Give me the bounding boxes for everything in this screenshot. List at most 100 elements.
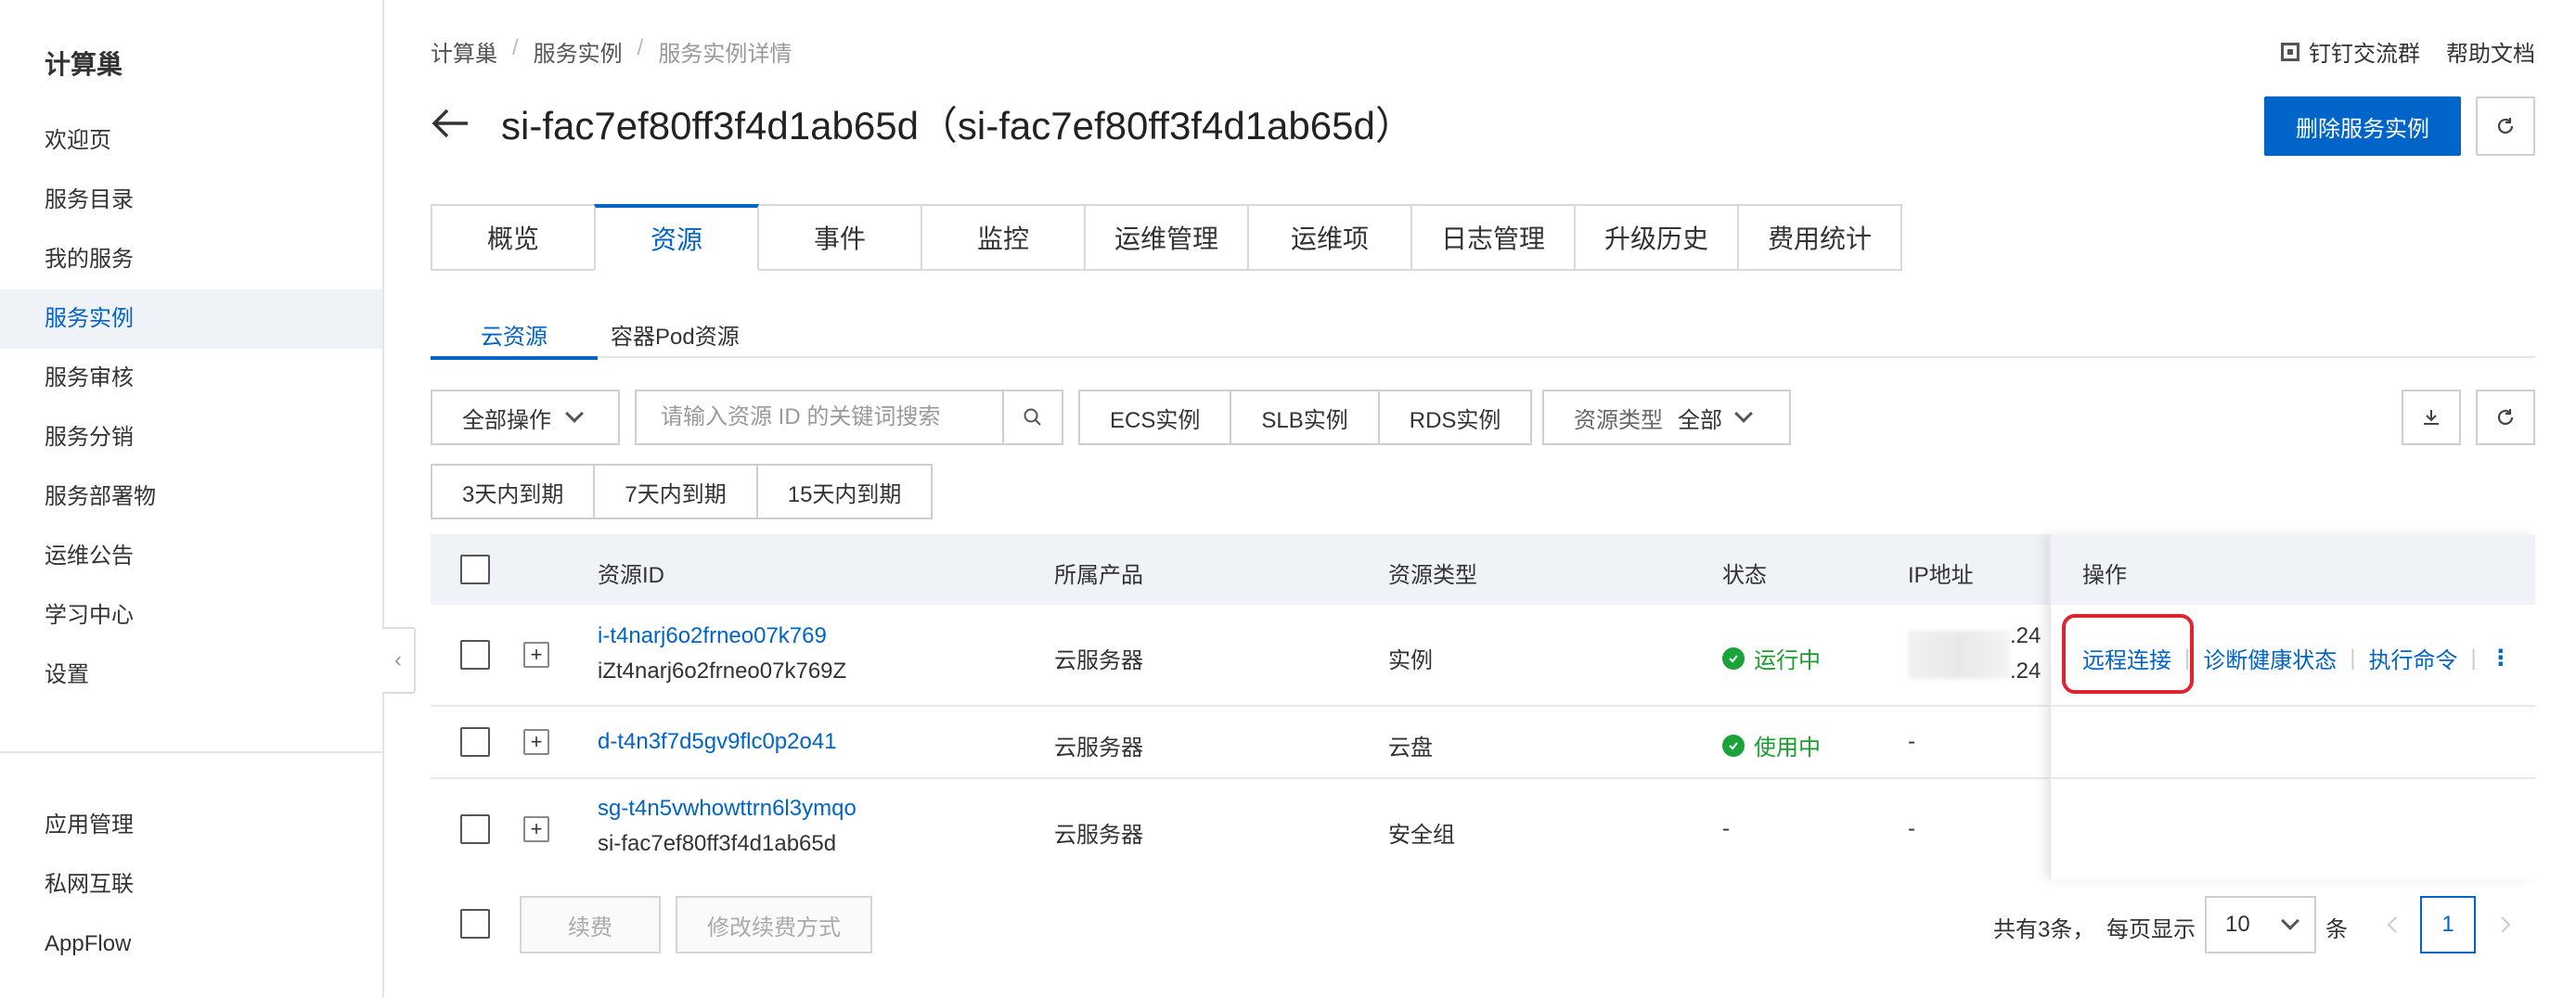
row-checkbox[interactable]	[460, 727, 490, 757]
expand-row-button[interactable]: +	[523, 816, 549, 842]
qrcode-icon	[2281, 42, 2299, 61]
status-cell: -	[1722, 816, 1730, 841]
row-checkbox[interactable]	[460, 640, 490, 670]
per-page-label: 每页显示	[2106, 917, 2196, 942]
search-button[interactable]	[1004, 407, 1062, 428]
sidebar-item-distribution[interactable]: 服务分销	[0, 408, 382, 467]
sub-tabs: 云资源 容器Pod资源	[431, 310, 2535, 360]
expand-row-button[interactable]: +	[523, 642, 549, 668]
diagnose-health-link[interactable]: 诊断健康状态	[2203, 642, 2337, 674]
row-checkbox[interactable]	[460, 814, 490, 844]
type-cell: 安全组	[1388, 823, 1455, 848]
product-cell: 云服务器	[1054, 823, 1143, 848]
chevron-down-icon	[565, 404, 584, 423]
more-actions-icon[interactable]: ⋮	[2490, 645, 2512, 672]
status-cell: 使用中	[1722, 729, 1821, 761]
subtab-pod-resources[interactable]: 容器Pod资源	[598, 310, 753, 358]
filter-rds[interactable]: RDS实例	[1380, 391, 1531, 443]
sidebar-item-instances[interactable]: 服务实例	[0, 289, 382, 349]
dingtalk-label: 钉钉交流群	[2309, 42, 2420, 67]
sidebar-item-private-link[interactable]: 私网互联	[0, 855, 382, 915]
delete-instance-button[interactable]: 删除服务实例	[2264, 96, 2461, 156]
sidebar-item-my-services[interactable]: 我的服务	[0, 230, 382, 289]
resource-subname: si-fac7ef80ff3f4d1ab65d	[598, 831, 837, 856]
sidebar-item-learning[interactable]: 学习中心	[0, 586, 382, 646]
tab-upgrade-history[interactable]: 升级历史	[1574, 204, 1739, 271]
header-ip: IP地址	[1908, 563, 1974, 588]
resource-id-link[interactable]: d-t4n3f7d5gv9flc0p2o41	[598, 729, 837, 755]
search-icon	[1024, 408, 1041, 426]
select-all-checkbox[interactable]	[460, 555, 490, 584]
filter-slb[interactable]: SLB实例	[1231, 391, 1380, 443]
per-page-unit: 条	[2325, 917, 2348, 942]
expand-row-button[interactable]: +	[523, 729, 549, 755]
sidebar-item-catalog[interactable]: 服务目录	[0, 171, 382, 230]
ip-redacted	[1908, 631, 2010, 679]
sidebar-item-appflow[interactable]: AppFlow	[0, 915, 382, 974]
download-button[interactable]	[2402, 390, 2461, 445]
tab-logs[interactable]: 日志管理	[1410, 204, 1576, 271]
check-circle-icon	[1722, 646, 1745, 670]
filter-expire-3d[interactable]: 3天内到期	[432, 466, 596, 518]
help-docs-link[interactable]: 帮助文档	[2446, 35, 2535, 68]
remote-connect-highlight	[2062, 614, 2194, 694]
resource-id-link[interactable]: sg-t4n5vwhowttrn6l3ymqo	[598, 796, 857, 822]
all-operations-dropdown[interactable]: 全部操作	[431, 390, 620, 445]
sidebar-item-artifacts[interactable]: 服务部署物	[0, 467, 382, 527]
sidebar-item-settings[interactable]: 设置	[0, 646, 382, 705]
filter-expire-15d[interactable]: 15天内到期	[758, 466, 932, 518]
table-refresh-button[interactable]	[2476, 390, 2535, 445]
page-size-select[interactable]: 10	[2205, 896, 2316, 953]
breadcrumb-instances[interactable]: 服务实例	[534, 35, 623, 68]
filter-ecs[interactable]: ECS实例	[1080, 391, 1232, 443]
subtab-cloud-resources[interactable]: 云资源	[431, 310, 598, 360]
resource-type-select[interactable]: 资源类型 全部	[1542, 390, 1791, 445]
renew-button[interactable]: 续费	[520, 896, 661, 953]
prev-page-button[interactable]	[2364, 896, 2420, 953]
tab-resources[interactable]: 资源	[594, 204, 759, 271]
tab-events[interactable]: 事件	[757, 204, 922, 271]
dingtalk-link[interactable]: 钉钉交流群	[2281, 35, 2420, 68]
status-text: 运行中	[1754, 648, 1821, 673]
table-header: 资源ID 所属产品 资源类型 状态 IP地址 操作	[431, 534, 2535, 605]
table-row: + sg-t4n5vwhowttrn6l3ymqo si-fac7ef80ff3…	[431, 779, 2535, 879]
sidebar-collapse-button[interactable]: ‹	[382, 627, 416, 694]
tab-cost[interactable]: 费用统计	[1737, 204, 1902, 271]
resource-id-link[interactable]: i-t4narj6o2frneo07k769	[598, 623, 827, 649]
sidebar-item-app-management[interactable]: 应用管理	[0, 796, 382, 855]
chevron-left-icon: ‹	[394, 647, 402, 672]
sidebar-item-review[interactable]: 服务审核	[0, 349, 382, 408]
refresh-button[interactable]	[2476, 96, 2535, 156]
main-tabs: 概览 资源 事件 监控 运维管理 运维项 日志管理 升级历史 费用统计	[431, 204, 1902, 271]
change-renew-button[interactable]: 修改续费方式	[676, 896, 872, 953]
header-resource-type: 资源类型	[1388, 563, 1477, 588]
breadcrumb-separator: /	[512, 35, 519, 60]
page-1-button[interactable]: 1	[2420, 896, 2476, 953]
type-cell: 云盘	[1388, 736, 1433, 761]
chevron-down-icon	[1734, 404, 1753, 423]
tab-overview[interactable]: 概览	[431, 204, 596, 271]
search-input[interactable]	[637, 391, 1004, 443]
download-icon	[2424, 410, 2439, 425]
footer-select-all-checkbox[interactable]	[460, 909, 490, 939]
resource-type-value: 全部	[1678, 407, 1722, 433]
filter-expire-7d[interactable]: 7天内到期	[595, 466, 758, 518]
run-command-link[interactable]: 执行命令	[2368, 642, 2457, 674]
ip-cell: -	[1908, 729, 1915, 754]
breadcrumb-root[interactable]: 计算巢	[431, 35, 497, 68]
sidebar-brand: 计算巢	[45, 50, 123, 79]
tab-monitoring[interactable]: 监控	[921, 204, 1086, 271]
resource-type-label: 资源类型	[1574, 407, 1663, 433]
tab-ops-management[interactable]: 运维管理	[1084, 204, 1249, 271]
header-operations: 操作	[2082, 563, 2127, 588]
status-text: 使用中	[1754, 736, 1821, 761]
back-arrow-icon[interactable]	[429, 102, 470, 150]
tab-ops-items[interactable]: 运维项	[1247, 204, 1412, 271]
op-separator: |	[2350, 645, 2356, 671]
next-page-button[interactable]	[2478, 896, 2533, 953]
sidebar-item-announcements[interactable]: 运维公告	[0, 527, 382, 586]
total-count: 共有3条，	[1993, 917, 2095, 942]
ip-suffix: .24	[2010, 623, 2041, 648]
breadcrumb-separator: /	[637, 35, 644, 60]
sidebar-item-welcome[interactable]: 欢迎页	[0, 111, 382, 171]
